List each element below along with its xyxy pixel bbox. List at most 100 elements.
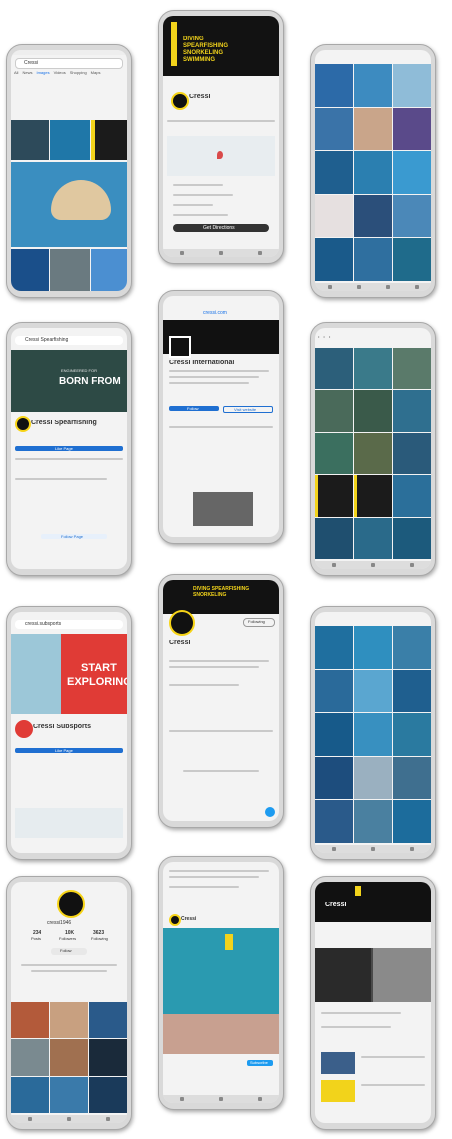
like-icon[interactable] bbox=[180, 1097, 185, 1101]
tab-videos[interactable]: Videos bbox=[54, 70, 66, 75]
follow-button[interactable]: Follow bbox=[51, 948, 87, 955]
compose-button[interactable] bbox=[265, 807, 275, 817]
like-page-button[interactable]: Like Page bbox=[15, 446, 123, 451]
grid-photo[interactable] bbox=[354, 800, 392, 843]
follow-button[interactable]: Follow bbox=[169, 406, 219, 411]
grid-photo[interactable] bbox=[393, 517, 431, 559]
profile-icon[interactable] bbox=[409, 563, 414, 567]
grid-photo[interactable] bbox=[393, 475, 431, 517]
grid-photo[interactable] bbox=[393, 432, 431, 475]
grid-photo[interactable] bbox=[393, 626, 431, 669]
grid-photo[interactable] bbox=[11, 1076, 49, 1113]
grid-photo[interactable] bbox=[354, 238, 392, 281]
grid-photo[interactable] bbox=[315, 669, 353, 713]
search-input[interactable]: cressi.subsports bbox=[15, 620, 123, 629]
grid-photo[interactable] bbox=[393, 669, 431, 713]
grid-photo[interactable] bbox=[315, 475, 353, 517]
grid-photo[interactable] bbox=[11, 1039, 49, 1076]
home-icon[interactable] bbox=[327, 285, 332, 289]
grid-photo[interactable] bbox=[393, 151, 431, 194]
grid-photo[interactable] bbox=[315, 800, 353, 843]
visit-website-button[interactable]: Visit website bbox=[223, 406, 273, 413]
map-preview[interactable] bbox=[15, 808, 123, 838]
grid-photo[interactable] bbox=[315, 517, 353, 559]
home-icon[interactable] bbox=[180, 251, 185, 255]
follow-page-button[interactable]: Follow Page bbox=[41, 534, 107, 539]
tab-news[interactable]: News bbox=[22, 70, 32, 75]
tab-shopping[interactable]: Shopping bbox=[70, 70, 87, 75]
grid-photo[interactable] bbox=[50, 1076, 88, 1113]
grid-photo[interactable] bbox=[354, 475, 392, 517]
image-result-5[interactable] bbox=[11, 249, 49, 291]
image-result-3[interactable] bbox=[91, 120, 127, 160]
grid-photo[interactable] bbox=[89, 1039, 127, 1076]
grid-photo[interactable] bbox=[315, 713, 353, 756]
grid-photo[interactable] bbox=[354, 713, 392, 756]
grid-photo[interactable] bbox=[315, 194, 353, 238]
directions-button[interactable]: Get Directions bbox=[173, 224, 269, 232]
grid-photo[interactable] bbox=[315, 348, 353, 390]
search-icon[interactable] bbox=[66, 1117, 71, 1121]
tab-maps[interactable]: Maps bbox=[91, 70, 101, 75]
grid-photo[interactable] bbox=[11, 1002, 49, 1039]
grid-photo[interactable] bbox=[393, 756, 431, 800]
grid-photo[interactable] bbox=[315, 390, 353, 432]
grid-photo[interactable] bbox=[315, 107, 353, 151]
profile-icon[interactable] bbox=[409, 847, 414, 851]
map-preview[interactable] bbox=[167, 136, 275, 176]
grid-photo[interactable] bbox=[354, 756, 392, 800]
menu-icon[interactable] bbox=[257, 251, 262, 255]
share-icon[interactable] bbox=[257, 1097, 262, 1101]
search-input[interactable]: Cressi Spearfishing bbox=[15, 336, 123, 345]
tab-images[interactable]: Images bbox=[36, 70, 49, 75]
grid-photo[interactable] bbox=[315, 151, 353, 194]
grid-photo[interactable] bbox=[393, 238, 431, 281]
search-input[interactable]: Cressi bbox=[15, 58, 123, 69]
grid-photo[interactable] bbox=[393, 390, 431, 432]
reels-icon[interactable] bbox=[385, 285, 390, 289]
home-icon[interactable] bbox=[332, 847, 337, 851]
like-page-button[interactable]: Like Page bbox=[15, 748, 123, 753]
grid-photo[interactable] bbox=[393, 713, 431, 756]
profile-icon[interactable] bbox=[105, 1117, 110, 1121]
grid-photo[interactable] bbox=[393, 348, 431, 390]
comment-icon[interactable] bbox=[218, 1097, 223, 1101]
grid-photo[interactable] bbox=[89, 1002, 127, 1039]
following-button[interactable]: Following bbox=[243, 618, 275, 627]
grid-photo[interactable] bbox=[315, 64, 353, 107]
grid-photo[interactable] bbox=[354, 348, 392, 390]
tab-all[interactable]: All bbox=[14, 70, 18, 75]
grid-photo[interactable] bbox=[315, 626, 353, 669]
image-result-2[interactable] bbox=[50, 120, 90, 160]
grid-photo[interactable] bbox=[354, 64, 392, 107]
post-image[interactable] bbox=[163, 928, 279, 1054]
grid-photo[interactable] bbox=[50, 1002, 88, 1039]
image-result-6[interactable] bbox=[50, 249, 90, 291]
home-icon[interactable] bbox=[28, 1117, 33, 1121]
grid-photo[interactable] bbox=[393, 107, 431, 151]
video-thumb-2[interactable] bbox=[321, 1080, 355, 1102]
grid-photo[interactable] bbox=[354, 194, 392, 238]
video-thumb-1[interactable] bbox=[321, 1052, 355, 1074]
image-result-7[interactable] bbox=[91, 249, 127, 291]
subscribe-button[interactable]: Subscribe bbox=[247, 1060, 273, 1066]
grid-photo[interactable] bbox=[315, 432, 353, 475]
grid-photo[interactable] bbox=[315, 756, 353, 800]
post-image[interactable] bbox=[193, 492, 253, 526]
grid-photo[interactable] bbox=[393, 800, 431, 843]
grid-photo[interactable] bbox=[354, 626, 392, 669]
grid-photo[interactable] bbox=[354, 390, 392, 432]
home-icon[interactable] bbox=[332, 563, 337, 567]
search-icon[interactable] bbox=[356, 285, 361, 289]
image-result-1[interactable] bbox=[11, 120, 49, 160]
grid-photo[interactable] bbox=[393, 64, 431, 107]
search-icon[interactable] bbox=[370, 847, 375, 851]
grid-photo[interactable] bbox=[354, 517, 392, 559]
search-icon[interactable] bbox=[218, 251, 223, 255]
grid-photo[interactable] bbox=[393, 194, 431, 238]
grid-photo[interactable] bbox=[315, 238, 353, 281]
site-link[interactable]: cressi.com bbox=[203, 310, 227, 316]
profile-icon[interactable] bbox=[414, 285, 419, 289]
grid-photo[interactable] bbox=[354, 107, 392, 151]
featured-video[interactable] bbox=[315, 948, 431, 1002]
